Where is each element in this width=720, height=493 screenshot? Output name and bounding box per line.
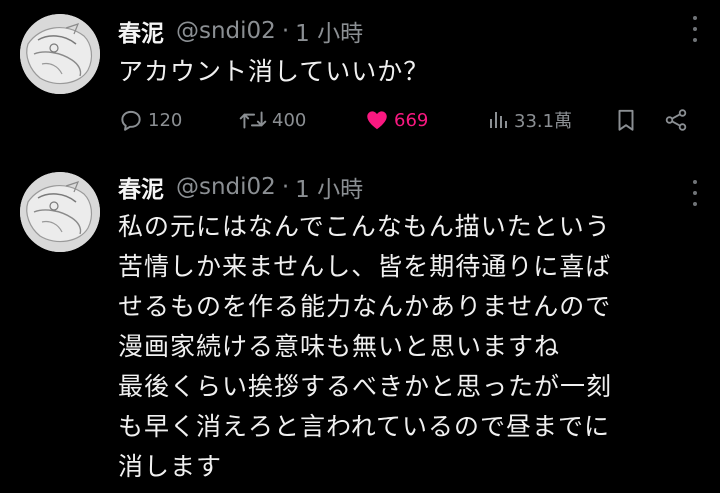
author-handle[interactable]: @sndi02	[176, 18, 276, 44]
author-name[interactable]: 春泥	[118, 14, 164, 48]
more-dot	[693, 180, 697, 184]
repost-count: 400	[272, 109, 307, 131]
share-icon	[665, 109, 687, 131]
more-dot	[693, 16, 697, 20]
more-dot	[693, 202, 697, 206]
more-dot	[693, 191, 697, 195]
views-count: 33.1萬	[514, 111, 573, 132]
more-dot	[693, 38, 697, 42]
separator-dot: ·	[281, 174, 290, 200]
bookmark-icon	[618, 109, 634, 131]
heart-icon	[367, 111, 387, 130]
views-icon	[490, 112, 507, 128]
repost-button[interactable]: 400	[238, 102, 306, 138]
post-header: 春泥 @sndi02 · 1 小時	[118, 14, 363, 48]
post-header: 春泥 @sndi02 · 1 小時	[118, 170, 363, 204]
avatar-drawing	[20, 14, 100, 94]
separator-dot: ·	[281, 18, 290, 44]
reply-icon	[121, 110, 141, 131]
author-handle[interactable]: @sndi02	[176, 174, 276, 200]
like-count: 669	[394, 109, 429, 131]
post-text: 私の元にはなんでこんなもん描いたという 苦情しか来ませんし、皆を期待通りに喜ば …	[118, 212, 613, 481]
post-timestamp[interactable]: 1 小時	[295, 170, 363, 204]
share-button[interactable]	[663, 102, 689, 138]
author-name[interactable]: 春泥	[118, 170, 164, 204]
more-icon[interactable]	[692, 180, 698, 206]
more-dot	[693, 27, 697, 31]
post-timestamp[interactable]: 1 小時	[295, 14, 363, 48]
post[interactable]: 春泥 @sndi02 · 1 小時 私の元にはなんでこんなもん描いたという 苦情…	[0, 160, 720, 493]
like-button[interactable]: 669	[364, 102, 428, 138]
avatar[interactable]	[20, 14, 100, 94]
post-text: アカウント消していいか？	[118, 57, 430, 86]
timeline: 春泥 @sndi02 · 1 小時 アカウント消していいか？ 120 400 6…	[0, 0, 720, 493]
reply-button[interactable]: 120	[118, 102, 182, 138]
repost-icon	[239, 111, 267, 129]
post[interactable]: 春泥 @sndi02 · 1 小時 アカウント消していいか？ 120 400 6…	[0, 0, 720, 160]
post-actions: 120 400 669 33.1萬	[118, 102, 698, 138]
avatar[interactable]	[20, 172, 100, 252]
more-icon[interactable]	[692, 16, 698, 42]
avatar-drawing	[20, 172, 100, 252]
views-button[interactable]: 33.1萬	[486, 102, 572, 138]
bookmark-button[interactable]	[613, 102, 639, 138]
reply-count: 120	[148, 109, 183, 131]
